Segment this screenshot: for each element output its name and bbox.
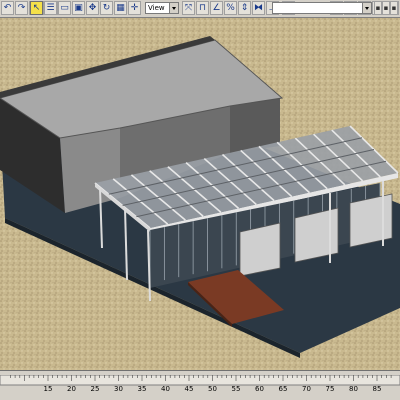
undo-button[interactable]: ↶ <box>1 1 14 15</box>
ruler-track[interactable] <box>0 375 400 386</box>
select-and-rotate-button[interactable]: ↻ <box>100 1 113 15</box>
select-by-name-icon: ☰ <box>46 3 55 13</box>
ruler-tick-label: 20 <box>67 385 76 393</box>
spinner-snap-icon: ⇕ <box>240 3 249 13</box>
ruler-tick-label: 80 <box>349 385 358 393</box>
pivot-center-button[interactable]: ✛ <box>128 1 141 15</box>
select-and-scale-icon: ▦ <box>116 3 125 13</box>
select-and-rotate-icon: ↻ <box>102 3 111 13</box>
ruler-tick-label: 45 <box>184 385 194 393</box>
combo-label: View <box>148 4 165 12</box>
block-wall-front <box>60 128 120 213</box>
redo-icon: ↷ <box>17 3 26 13</box>
ruler-tick-label: 15 <box>43 385 53 393</box>
extra-tool-b-icon: ▪ <box>383 4 389 12</box>
extra-tool-a-icon: ▪ <box>375 4 381 12</box>
named-selection-field[interactable] <box>272 2 372 14</box>
reference-coordinate-system-combo[interactable]: View <box>145 2 179 14</box>
track-bar[interactable] <box>0 375 400 399</box>
mirror-button[interactable]: ⧓ <box>252 1 265 15</box>
rectangular-selection-icon: ▭ <box>60 3 69 13</box>
ruler-tick-label: 35 <box>137 385 147 393</box>
extra-tool-c-icon: ▪ <box>391 4 397 12</box>
ruler-tick-label: 70 <box>302 385 311 393</box>
ruler-tick-label: 50 <box>208 385 217 393</box>
manipulate-icon: ⤧ <box>184 3 193 13</box>
select-by-name-button[interactable]: ☰ <box>44 1 57 15</box>
perspective-viewport[interactable] <box>0 18 400 371</box>
kiosk-1 <box>239 222 281 277</box>
ruler-tick-label: 75 <box>325 385 335 393</box>
select-and-move-button[interactable]: ✥ <box>86 1 99 15</box>
manipulate-button[interactable]: ⤧ <box>182 1 195 15</box>
redo-button[interactable]: ↷ <box>15 1 28 15</box>
chevron-down-icon <box>362 3 371 13</box>
undo-icon: ↶ <box>3 3 12 13</box>
ruler-tick-label: 30 <box>114 385 123 393</box>
kiosk-3 <box>349 193 393 248</box>
ruler-tick-label: 60 <box>255 385 264 393</box>
ruler-tick-label: 65 <box>278 385 288 393</box>
snaps-toggle-button[interactable]: ⊓ <box>196 1 209 15</box>
select-and-move-icon: ✥ <box>88 3 97 13</box>
ruler-tick-label: 40 <box>161 385 170 393</box>
pivot-center-icon: ✛ <box>130 3 139 13</box>
rectangular-selection-button[interactable]: ▭ <box>58 1 71 15</box>
scene-render[interactable] <box>0 18 400 370</box>
angle-snap-button[interactable]: ∠ <box>210 1 223 15</box>
window-crossing-button[interactable]: ▣ <box>72 1 85 15</box>
spinner-snap-button[interactable]: ⇕ <box>238 1 251 15</box>
extra-tool-c-button[interactable]: ▪ <box>390 1 398 15</box>
time-slider-ruler[interactable]: 15 20 25 30 35 40 45 50 55 60 65 70 75 80 85 <box>0 371 400 400</box>
extra-tool-a-button[interactable]: ▪ <box>374 1 382 15</box>
kiosk-2 <box>294 207 339 263</box>
mirror-icon: ⧓ <box>254 3 263 13</box>
angle-snap-icon: ∠ <box>212 3 221 13</box>
window-crossing-icon: ▣ <box>74 3 83 13</box>
extra-tool-b-button[interactable]: ▪ <box>382 1 390 15</box>
percent-snap-button[interactable]: % <box>224 1 237 15</box>
percent-snap-icon: % <box>226 3 235 13</box>
main-toolbar: ↶↷⛓✂≈↖☰▭▣✥↻▦✛View⤧⊓∠%⇕⧓⊥≣∿⊞◎⚙▤☕▪▪▪ <box>0 0 400 18</box>
snaps-toggle-icon: ⊓ <box>198 3 207 13</box>
chevron-down-icon <box>169 3 178 13</box>
select-object-button[interactable]: ↖ <box>30 1 43 15</box>
select-object-icon: ↖ <box>32 3 41 13</box>
ruler-tick-label: 85 <box>372 385 382 393</box>
ruler-tick-label: 25 <box>90 385 100 393</box>
ruler-tick-label: 55 <box>231 385 241 393</box>
select-and-scale-button[interactable]: ▦ <box>114 1 127 15</box>
